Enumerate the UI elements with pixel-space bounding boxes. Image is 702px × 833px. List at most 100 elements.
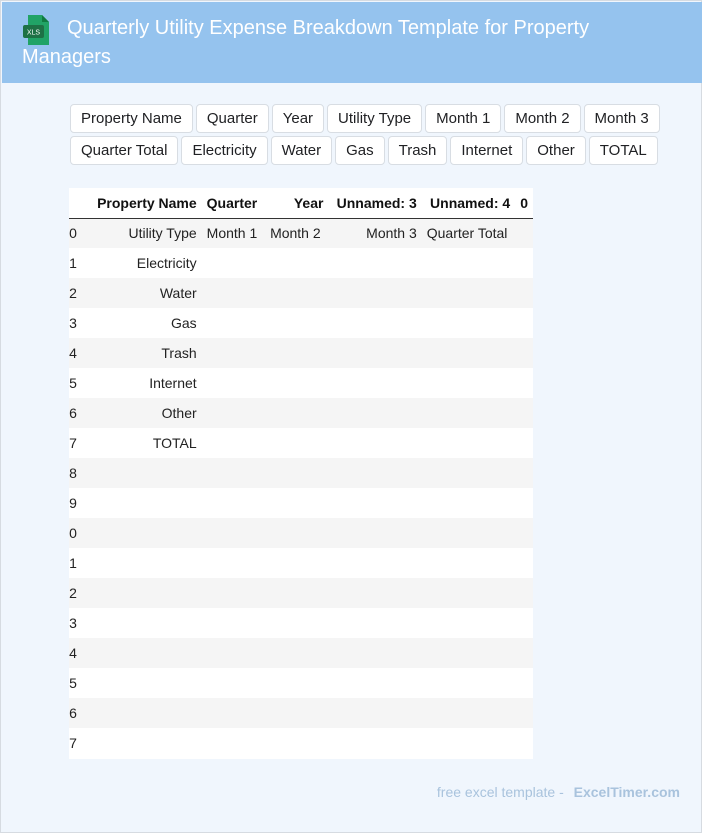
table-cell [328,278,421,308]
table-cell [422,698,515,728]
table-cell [265,578,328,608]
row-index: 5 [69,668,82,698]
row-index: 9 [69,488,82,518]
table-cell [202,668,265,698]
page-frame: XLS Quarterly Utility Expense Breakdown … [0,0,702,833]
footer-credit: free excel template - ExcelTimer.com [437,784,680,800]
table-cell [82,638,202,668]
table-cell: Month 1 [206,225,258,242]
column-header: 0 [515,188,533,219]
table-row: 8 [69,458,533,488]
column-chip[interactable]: Trash [387,136,448,165]
table-cell [265,278,328,308]
row-index: 5 [69,368,82,398]
row-index: 7 [69,428,82,458]
row-index-label: 0 [69,225,77,242]
column-chip[interactable]: Quarter [195,104,269,133]
table-cell [515,428,533,458]
table-cell [515,548,533,578]
row-index: 6 [69,698,82,728]
column-chip[interactable]: Gas [335,136,385,165]
column-header: Unnamed: 4 [421,188,516,219]
column-chip[interactable]: Electricity [181,136,268,165]
table-cell [328,428,421,458]
table-cell [202,518,265,548]
row-index: 3 [69,608,82,638]
row-index-label: 4 [69,345,77,361]
column-header [69,188,82,219]
table-row: 0 Utility Type Month 1 Month 2 Month 3 Quarte… [69,218,533,248]
table-cell [515,458,533,488]
table-cell [265,338,328,368]
table-cell [82,458,202,488]
table-cell [265,548,328,578]
table-cell [265,248,328,278]
table-row: 2 [69,578,533,608]
table-cell [328,668,421,698]
table-cell [515,518,533,548]
table-cell: Quarter Total [426,225,508,242]
row-index-label: 5 [69,375,77,391]
table-cell [265,398,328,428]
column-chip[interactable]: Property Name [70,104,193,133]
table-cell [515,488,533,518]
table-cell [422,398,515,428]
table-cell [328,488,421,518]
table-cell [328,308,421,338]
table-row: 3 [69,608,533,638]
column-chip[interactable]: Other [526,136,586,165]
table-cell [202,248,265,278]
table-cell [265,368,328,398]
table-cell [82,548,202,578]
table-cell: Other [161,405,197,421]
column-chip[interactable]: Quarter Total [70,136,179,165]
table-cell [515,368,533,398]
table-row: 7 [69,728,533,758]
table-header-row: Property Name Quarter Year Unnamed: 3 Un… [69,188,533,219]
table-cell: Utility Type [128,225,197,242]
table-cell [82,578,202,608]
table-cell [265,458,328,488]
table-cell [422,338,515,368]
table-row: 2 Water [69,278,533,308]
column-chip[interactable]: TOTAL [588,136,658,165]
table-cell [265,728,328,758]
table-row: 6 Other [69,398,533,428]
column-header: Unnamed: 3 [328,188,422,219]
table-cell [202,608,265,638]
row-index-label: 8 [69,465,77,481]
table-cell [265,638,328,668]
table-cell: Month 2 [270,225,321,242]
table-cell [82,488,202,518]
column-chip[interactable]: Water [270,136,333,165]
table-cell [422,278,515,308]
table-cell [202,458,265,488]
footer-brand-link[interactable]: ExcelTimer.com [574,784,680,800]
table-cell [202,488,265,518]
column-chip[interactable]: Year [271,104,325,133]
data-table-container[interactable]: Property Name Quarter Year Unnamed: 3 Un… [69,188,533,759]
table-cell [265,668,328,698]
table-cell [328,698,421,728]
row-index-label: 1 [69,255,77,271]
footer-prefix: free excel template - [436,784,564,800]
table-cell [422,548,515,578]
table-cell: Internet [149,375,197,391]
column-chip[interactable]: Utility Type [327,104,423,133]
column-chip[interactable]: Month 2 [504,104,581,133]
table-cell [202,638,265,668]
table-cell: Electricity [136,255,197,271]
column-chip[interactable]: Month 3 [583,104,660,133]
table-cell [328,398,421,428]
column-chip[interactable]: Internet [450,136,524,165]
column-chip[interactable]: Month 1 [425,104,502,133]
table-cell [328,518,421,548]
table-cell [328,608,421,638]
table-cell [328,728,421,758]
table-cell: TOTAL [152,435,197,451]
row-index: 0 [69,518,82,548]
row-index-label: 3 [69,615,77,631]
table-cell [265,308,328,338]
column-header: Year [265,188,329,219]
table-cell [202,548,265,578]
